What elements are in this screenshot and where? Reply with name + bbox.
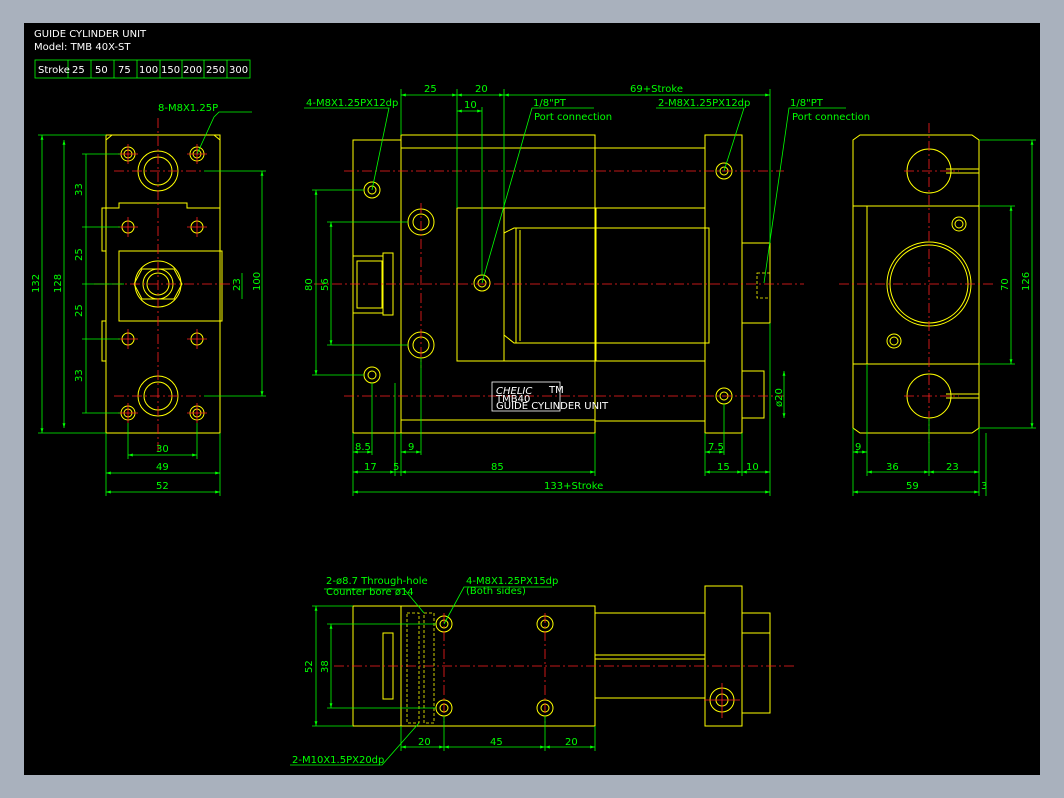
- dim-69-stroke: 69+Stroke: [630, 84, 683, 95]
- dim-end-9: 9: [855, 442, 861, 453]
- side-tap-callout-right: 2-M8X1.25PX12dp: [658, 98, 750, 109]
- dim-8-5: 8.5: [355, 442, 371, 453]
- front-tap-callout: 8-M8X1.25P: [158, 103, 218, 114]
- port-callout-left: 1/8"PT: [533, 98, 567, 109]
- plate-name: GUIDE CYLINDER UNIT: [496, 401, 609, 412]
- dim-3: 3: [981, 481, 987, 492]
- model-label: Model: TMB 40X-ST: [34, 42, 131, 53]
- dim-25-bottom: 25: [74, 304, 85, 317]
- stroke-cell: 50: [95, 65, 108, 76]
- dim-side-20: 20: [475, 84, 488, 95]
- dim-end-23: 23: [946, 462, 959, 473]
- dim-7-5: 7.5: [708, 442, 724, 453]
- side-view: 4-M8X1.25PX12dp 1/8"PT Port connection 2…: [304, 84, 870, 496]
- dim-17: 17: [364, 462, 377, 473]
- port-note-left: Port connection: [534, 112, 612, 123]
- dim-100: 100: [252, 272, 263, 291]
- drawing-title: GUIDE CYLINDER UNIT: [34, 29, 147, 40]
- stroke-cell: 100: [139, 65, 158, 76]
- dim-15: 15: [717, 462, 730, 473]
- dim-bottom-20a: 20: [418, 737, 431, 748]
- stroke-cell: 200: [183, 65, 202, 76]
- dim-25-top: 25: [74, 248, 85, 261]
- guide-cylinder-drawing: GUIDE CYLINDER UNIT Model: TMB 40X-ST St…: [31, 29, 1036, 766]
- dim-side-10: 10: [464, 100, 477, 111]
- dim-56: 56: [320, 278, 331, 291]
- dim-52: 52: [156, 481, 169, 492]
- stroke-header: Stroke: [38, 65, 70, 76]
- dim-33-top: 33: [74, 183, 85, 196]
- title-block: GUIDE CYLINDER UNIT Model: TMB 40X-ST: [34, 29, 147, 53]
- dim-126: 126: [1021, 272, 1032, 291]
- front-view: 8-M8X1.25P 132 128 33 25 25 33 100 23 30: [31, 103, 266, 496]
- dim-128: 128: [53, 274, 64, 293]
- dim-9: 9: [408, 442, 414, 453]
- stroke-cell: 75: [118, 65, 131, 76]
- dim-133-stroke: 133+Stroke: [544, 481, 603, 492]
- dim-bottom-20b: 20: [565, 737, 578, 748]
- dim-bottom-38: 38: [320, 660, 331, 673]
- dim-5: 5: [393, 462, 399, 473]
- stroke-cell: 25: [72, 65, 85, 76]
- bottom-view: 2-ø8.7 Through-hole Counter bore ø14 4-M…: [290, 576, 794, 766]
- dim-36: 36: [886, 462, 899, 473]
- dim-70: 70: [1000, 278, 1011, 291]
- through-hole-callout: 2-ø8.7 Through-hole: [326, 576, 428, 587]
- dim-45: 45: [490, 737, 503, 748]
- thread-callout: 2-M10X1.5PX20dp: [292, 755, 384, 766]
- dim-59: 59: [906, 481, 919, 492]
- dim-33-bottom: 33: [74, 369, 85, 382]
- stroke-cell: 300: [229, 65, 248, 76]
- dim-30: 30: [156, 444, 169, 455]
- port-note-right: Port connection: [792, 112, 870, 123]
- dim-bottom-52: 52: [304, 660, 315, 673]
- stroke-cell: 150: [161, 65, 180, 76]
- stroke-cell: 250: [206, 65, 225, 76]
- end-view: 70 126 9 36 23 59 3: [839, 123, 1036, 496]
- nameplate: CHELIC TM TMB40 GUIDE CYLINDER UNIT: [491, 381, 609, 412]
- dim-10: 10: [746, 462, 759, 473]
- dim-80: 80: [304, 278, 315, 291]
- stroke-table: Stroke 25 50 75 100 150 200 250 300: [34, 59, 251, 79]
- cad-drawing-canvas: GUIDE CYLINDER UNIT Model: TMB 40X-ST St…: [24, 23, 1040, 775]
- port-callout-right: 1/8"PT: [790, 98, 824, 109]
- dim-132: 132: [31, 274, 42, 293]
- counter-bore-note: Counter bore ø14: [326, 587, 414, 598]
- dim-23: 23: [232, 278, 243, 291]
- side-tap-callout-left: 4-M8X1.25PX12dp: [306, 98, 398, 109]
- dim-85: 85: [491, 462, 504, 473]
- dim-side-25: 25: [424, 84, 437, 95]
- brand-mark: TM: [548, 385, 564, 396]
- bottom-tap-note: (Both sides): [466, 586, 526, 597]
- dim-rod-20: ø20: [774, 388, 785, 407]
- dim-49: 49: [156, 462, 169, 473]
